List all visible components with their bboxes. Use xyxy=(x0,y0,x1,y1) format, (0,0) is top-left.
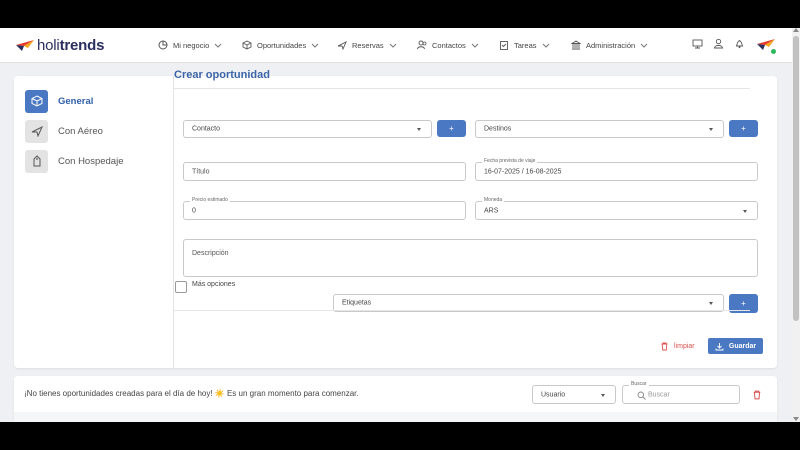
user-icon[interactable] xyxy=(713,38,724,49)
cube-icon xyxy=(25,89,48,113)
add-destino-button[interactable]: + xyxy=(729,120,758,137)
nav-tareas[interactable]: Tareas xyxy=(499,37,550,53)
page-scrollbar[interactable] xyxy=(792,28,800,422)
bank-icon xyxy=(571,40,581,50)
plane-icon xyxy=(25,119,48,143)
holitrends-logo-icon xyxy=(16,40,34,51)
sidebar-item-label: Con Hospedaje xyxy=(58,155,124,167)
opportunity-type-sidebar: General Con Aéreo Con Hospedaje xyxy=(14,76,174,368)
divider xyxy=(174,88,750,89)
luggage-tag-icon xyxy=(25,149,48,173)
brand-name: holitrends xyxy=(37,36,105,54)
users-icon xyxy=(417,40,427,50)
sidebar-item-label: Con Aéreo xyxy=(58,125,103,137)
add-contacto-button[interactable]: + xyxy=(437,120,466,137)
chevron-down-icon xyxy=(542,43,549,48)
clipboard-icon xyxy=(500,41,508,50)
nav-label: Mi negocio xyxy=(173,40,210,50)
profile-avatar[interactable] xyxy=(757,35,777,55)
divider xyxy=(174,310,750,311)
empty-state-message: ¡No tienes oportunidades creadas para el… xyxy=(24,389,359,398)
nav-label: Oportunidades xyxy=(257,40,307,50)
brand-logo[interactable]: holitrends xyxy=(16,35,104,55)
usuario-select[interactable]: Usuario xyxy=(532,385,616,404)
search-icon xyxy=(637,391,646,400)
search-input[interactable]: Buscar Buscar xyxy=(622,381,740,404)
chevron-down-icon xyxy=(709,302,713,305)
precio-estimado-input[interactable]: Precio estimado 0 xyxy=(183,197,466,220)
sidebar-item-general[interactable]: General xyxy=(25,89,93,113)
nav-reservas[interactable]: Reservas xyxy=(337,37,397,53)
nav-mi-negocio[interactable]: Mi negocio xyxy=(158,37,222,53)
mas-opciones-label: Más opciones xyxy=(192,281,236,288)
nav-contactos[interactable]: Contactos xyxy=(417,37,479,53)
bell-icon[interactable] xyxy=(734,38,745,49)
app-window: holitrends Mi negocio Oportunidades Rese… xyxy=(0,28,792,422)
download-icon xyxy=(715,342,724,350)
pie-chart-icon xyxy=(158,40,168,50)
chevron-down-icon xyxy=(214,43,222,48)
destinos-select[interactable]: Destinos xyxy=(475,120,724,138)
moneda-select[interactable]: Moneda ARS xyxy=(475,197,758,220)
screen-share-icon[interactable] xyxy=(692,38,703,49)
chevron-down-icon xyxy=(601,393,605,397)
nav-label: Contactos xyxy=(432,40,466,50)
plane-icon xyxy=(337,41,347,50)
mas-opciones-checkbox[interactable] xyxy=(175,281,187,293)
nav-label: Administración xyxy=(586,40,636,50)
chevron-down-icon xyxy=(417,128,421,131)
contacto-select[interactable]: Contacto xyxy=(183,120,432,138)
nav-administracion[interactable]: Administración xyxy=(571,37,648,53)
nav-oportunidades[interactable]: Oportunidades xyxy=(242,37,319,53)
fecha-viaje-input[interactable]: Fecha prevista de viaje 16-07-2025 / 16-… xyxy=(475,158,758,181)
nav-label: Reservas xyxy=(352,40,384,50)
nav-label: Tareas xyxy=(514,40,537,50)
trash-icon xyxy=(661,342,668,350)
trash-icon[interactable] xyxy=(752,390,762,400)
chevron-down-icon xyxy=(640,43,648,48)
titulo-input[interactable]: Título xyxy=(183,162,466,181)
cube-icon xyxy=(242,40,252,50)
online-status-dot xyxy=(771,49,776,54)
limpiar-button[interactable]: limpiar xyxy=(660,339,695,353)
scrollbar-thumb[interactable] xyxy=(793,36,799,321)
divider xyxy=(14,412,777,422)
chevron-down-icon xyxy=(471,43,479,48)
chevron-down-icon xyxy=(743,209,747,213)
sidebar-item-label: General xyxy=(58,95,94,107)
scroll-down-arrow-icon[interactable] xyxy=(793,417,799,421)
sidebar-item-con-aereo[interactable]: Con Aéreo xyxy=(25,119,103,143)
guardar-button[interactable]: Guardar xyxy=(708,338,763,354)
scroll-up-arrow-icon[interactable] xyxy=(793,28,799,32)
form-title: Crear oportunidad xyxy=(174,69,270,81)
chevron-down-icon xyxy=(709,128,713,131)
sidebar-item-con-hospedaje[interactable]: Con Hospedaje xyxy=(25,149,124,173)
descripcion-textarea[interactable]: Descripción xyxy=(183,239,758,277)
top-navbar: holitrends Mi negocio Oportunidades Rese… xyxy=(0,28,792,63)
chevron-down-icon xyxy=(311,43,319,48)
today-opportunities-panel: ¡No tienes oportunidades creadas para el… xyxy=(14,376,777,422)
chevron-down-icon xyxy=(389,43,397,48)
